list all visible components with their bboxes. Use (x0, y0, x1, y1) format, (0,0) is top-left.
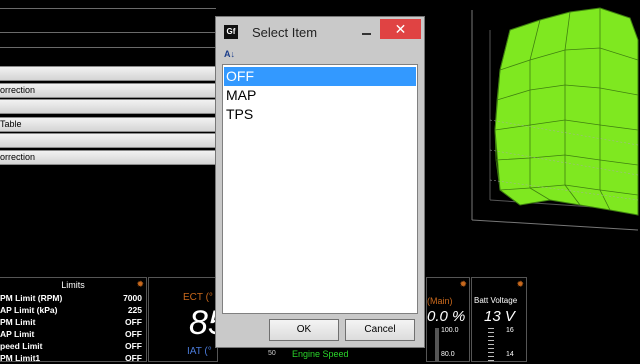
map-bar (435, 328, 439, 361)
gauge-settings-icon[interactable]: ✹ (459, 279, 467, 290)
limits-title: Limits (61, 280, 85, 290)
select-item-dialog: Gf Select Item ✕ A↓ OFF MAP TPS OK Cance… (215, 16, 425, 348)
setting-row-correction[interactable]: orrection (0, 83, 217, 98)
limits-gauge: Limits ✹ PM Limit (RPM) 7000 AP Limit (kP… (0, 277, 147, 363)
map-label: (Main) (427, 296, 453, 306)
close-button[interactable]: ✕ (380, 19, 421, 39)
dialog-title: Select Item (252, 25, 318, 40)
app-icon: Gf (224, 25, 238, 39)
engine-speed-label: Engine Speed (292, 349, 349, 359)
dialog-title-bar[interactable]: Gf Select Item ✕ (216, 17, 424, 49)
dialog-toolbar: A↓ (222, 49, 418, 63)
divider (0, 32, 216, 33)
setting-label: Table (0, 119, 22, 129)
map-value: 0.0 % (427, 308, 466, 325)
limit-row: PM Limit (RPM) 7000 (0, 293, 142, 303)
engine-speed-gauge: Engine Speed (232, 347, 422, 360)
list-item-tps[interactable]: TPS (224, 105, 416, 124)
iat-label: IAT (° (187, 346, 212, 357)
map-tick: 80.0 (441, 351, 455, 358)
setting-label: orrection (0, 152, 36, 162)
divider (0, 8, 216, 9)
limit-row: PM Limit1 OFF (0, 353, 142, 363)
item-list[interactable]: OFF MAP TPS (222, 64, 418, 314)
3d-map-surface[interactable] (470, 0, 640, 240)
batt-value: 13 V (484, 308, 515, 325)
gauge-settings-icon[interactable]: ✹ (136, 279, 144, 290)
batt-label: Batt Voltage (474, 296, 518, 305)
setting-row[interactable] (0, 66, 217, 81)
limit-row: AP Limit OFF (0, 329, 142, 339)
setting-row-correction-2[interactable]: orrection (0, 150, 217, 165)
setting-label: orrection (0, 85, 36, 95)
limit-row: AP Limit (kPa) 225 (0, 305, 142, 315)
map-gauge: ✹ (Main) 0.0 % 100.0 80.0 (426, 277, 470, 362)
batt-bar (488, 328, 494, 361)
ect-label: ECT (° (183, 292, 213, 303)
gauge-settings-icon[interactable]: ✹ (516, 279, 524, 290)
battery-voltage-gauge: ✹ Batt Voltage 13 V 16 14 (471, 277, 527, 362)
setting-row[interactable] (0, 99, 217, 114)
ect-gauge: ECT (° 85 IAT (° (148, 277, 227, 362)
ok-button[interactable]: OK (269, 319, 339, 341)
map-tick: 100.0 (441, 327, 459, 334)
cancel-button[interactable]: Cancel (345, 319, 415, 341)
limit-row: peed Limit OFF (0, 341, 142, 351)
setting-row[interactable] (0, 133, 217, 148)
limit-row: PM Limit OFF (0, 317, 142, 327)
sort-icon[interactable]: A↓ (224, 49, 235, 59)
batt-tick: 16 (506, 327, 514, 334)
list-item-map[interactable]: MAP (224, 86, 416, 105)
minimize-button[interactable] (354, 21, 380, 41)
divider (0, 47, 216, 48)
batt-tick: 14 (506, 351, 514, 358)
setting-row-table[interactable]: Table (0, 117, 217, 132)
close-icon: ✕ (394, 21, 407, 37)
list-item-off[interactable]: OFF (224, 67, 416, 86)
